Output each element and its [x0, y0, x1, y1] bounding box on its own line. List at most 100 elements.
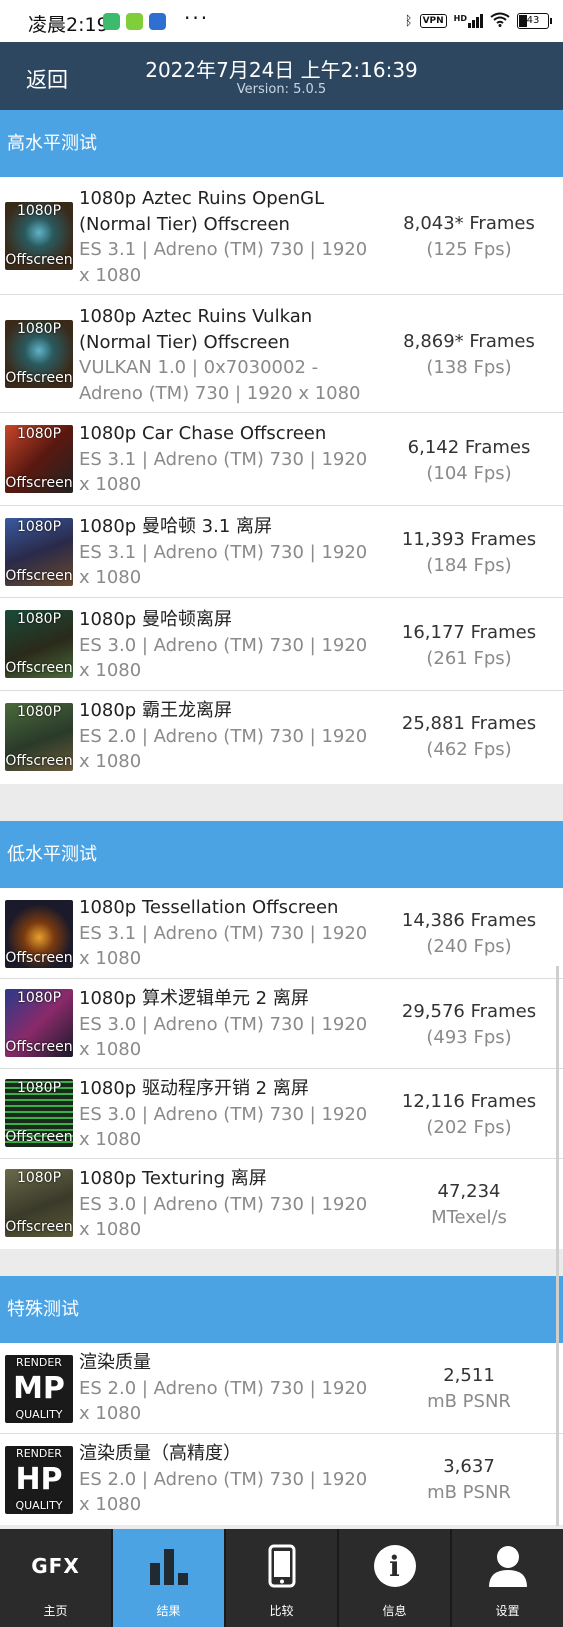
phone-icon — [226, 1543, 337, 1589]
test-name: 1080p 霸王龙离屏 — [79, 700, 232, 721]
result-row[interactable]: 1080P Offscreen 1080p 驱动程序开销 2 离屏 ES 3.0 … — [0, 1069, 563, 1159]
section-gap — [0, 1249, 563, 1276]
tessellation-thumbnail: Offscreen — [5, 900, 73, 968]
test-desc: ES 3.0 | Adreno (TM) 730 | 1920 x 1080 — [79, 1103, 368, 1151]
store-app-icon — [149, 13, 166, 30]
section-special: 特殊测试 — [0, 1276, 563, 1343]
section-high-level: 高水平测试 — [0, 110, 563, 177]
test-desc: ES 2.0 | Adreno (TM) 730 | 1920 x 1080 — [79, 725, 368, 773]
test-unit: (138 Fps) — [426, 356, 512, 378]
result-row[interactable]: 1080P Offscreen 1080p Aztec Ruins Vulkan … — [0, 295, 563, 413]
render-quality-hp-icon: RENDER HP QUALITY — [5, 1446, 73, 1514]
test-name: 1080p Car Chase Offscreen — [79, 423, 327, 444]
test-score: 25,881 Frames — [401, 713, 537, 734]
test-name: 1080p 驱动程序开销 2 离屏 — [79, 1078, 309, 1099]
test-unit: (202 Fps) — [426, 1116, 512, 1138]
nav-label: 主页 — [43, 1604, 68, 1618]
test-score: 12,116 Frames — [401, 1091, 537, 1112]
nav-settings[interactable]: 设置 — [452, 1529, 563, 1627]
nav-compare[interactable]: 比较 — [226, 1529, 339, 1627]
alu2-thumbnail: 1080P Offscreen — [5, 989, 73, 1057]
gfx-logo-icon: GFX — [31, 1554, 80, 1578]
test-desc: ES 3.0 | Adreno (TM) 730 | 1920 x 1080 — [79, 1013, 368, 1061]
wifi-icon — [490, 12, 510, 31]
test-desc: ES 3.1 | Adreno (TM) 730 | 1920 x 1080 — [79, 239, 368, 286]
signal-icon: HD — [454, 14, 483, 28]
test-name: 渲染质量（高精度） — [79, 1443, 241, 1464]
bar-chart-icon — [113, 1543, 224, 1589]
result-row[interactable]: 1080P Offscreen 1080p 霸王龙离屏 ES 2.0 | Adre… — [0, 691, 563, 784]
test-score: 8,043* Frames — [403, 213, 535, 234]
result-row[interactable]: Offscreen 1080p Tessellation Offscreen E… — [0, 888, 563, 979]
nav-info[interactable]: i 信息 — [339, 1529, 452, 1627]
test-score: 8,869* Frames — [403, 331, 535, 352]
aztec-vulkan-thumbnail: 1080P Offscreen — [5, 320, 73, 388]
test-desc: ES 2.0 | Adreno (TM) 730 | 1920 x 1080 — [79, 1377, 368, 1425]
test-name: 1080p Texturing 离屏 — [79, 1168, 267, 1189]
test-score: 6,142 Frames — [407, 437, 531, 458]
nav-home[interactable]: GFX 主页 — [0, 1529, 113, 1627]
test-desc: ES 3.0 | Adreno (TM) 730 | 1920 x 1080 — [79, 634, 368, 682]
result-row[interactable]: RENDER HP QUALITY 渲染质量（高精度） ES 2.0 | Adr… — [0, 1434, 563, 1525]
test-unit: mB PSNR — [427, 1390, 511, 1412]
result-row[interactable]: 1080P Offscreen 1080p Aztec Ruins OpenGL … — [0, 177, 563, 295]
test-name: 渲染质量 — [79, 1352, 151, 1373]
test-score: 11,393 Frames — [401, 529, 537, 550]
nav-label: 比较 — [269, 1604, 294, 1618]
test-desc: ES 3.1 | Adreno (TM) 730 | 1920 x 1080 — [79, 922, 368, 970]
result-row[interactable]: 1080P Offscreen 1080p 算术逻辑单元 2 离屏 ES 3.0 … — [0, 979, 563, 1069]
test-unit: MTexel/s — [431, 1206, 507, 1228]
test-unit: (240 Fps) — [426, 935, 512, 957]
download-app-icon — [126, 13, 143, 30]
section-gap — [0, 784, 563, 821]
status-bar: 凌晨2:19 ··· ᛒ VPN HD 43 — [0, 0, 563, 42]
test-name: 1080p 曼哈顿 3.1 离屏 — [79, 516, 273, 537]
bluetooth-icon: ᛒ — [404, 13, 413, 29]
test-desc: VULKAN 1.0 | 0x7030002 - Adreno (TM) 730… — [79, 357, 361, 404]
texturing-thumbnail: 1080P Offscreen — [5, 1169, 73, 1237]
test-unit: (184 Fps) — [426, 554, 512, 576]
battery-level: 43 — [526, 15, 540, 26]
result-row[interactable]: 1080P Offscreen 1080p 曼哈顿 3.1 离屏 ES 3.1 |… — [0, 506, 563, 598]
nav-label: 信息 — [382, 1604, 407, 1618]
manhattan-thumbnail: 1080P Offscreen — [5, 610, 73, 678]
aztec-opengl-thumbnail: 1080P Offscreen — [5, 202, 73, 270]
test-name: 1080p Tessellation Offscreen — [79, 897, 339, 918]
vpn-icon: VPN — [419, 14, 447, 28]
result-row[interactable]: RENDER MP QUALITY 渲染质量 ES 2.0 | Adreno (… — [0, 1343, 563, 1434]
result-row[interactable]: 1080P Offscreen 1080p Texturing 离屏 ES 3.0… — [0, 1159, 563, 1249]
test-unit: (125 Fps) — [426, 238, 512, 260]
battery-icon: 43 — [517, 13, 552, 29]
test-desc: ES 2.0 | Adreno (TM) 730 | 1920 x 1080 — [79, 1468, 368, 1516]
status-time: 凌晨2:19 — [28, 14, 109, 36]
test-name: 1080p Aztec Ruins OpenGL (Normal Tier) O… — [79, 188, 325, 235]
test-score: 3,637 — [443, 1456, 495, 1477]
test-desc: ES 3.1 | Adreno (TM) 730 | 1920 x 1080 — [79, 541, 368, 589]
test-desc: ES 3.1 | Adreno (TM) 730 | 1920 x 1080 — [79, 448, 368, 496]
user-icon — [452, 1543, 563, 1589]
app-header: 返回 2022年7月24日 上午2:16:39 Version: 5.0.5 — [0, 42, 563, 110]
shield-app-icon — [103, 13, 120, 30]
bottom-nav: GFX 主页 结果 比较 i 信息 设置 — [0, 1529, 563, 1627]
nav-results[interactable]: 结果 — [113, 1529, 226, 1627]
test-score: 47,234 — [437, 1181, 501, 1202]
test-name: 1080p Aztec Ruins Vulkan (Normal Tier) O… — [79, 306, 313, 353]
test-score: 2,511 — [443, 1365, 495, 1386]
more-notifications-icon: ··· — [184, 6, 210, 30]
result-row[interactable]: 1080P Offscreen 1080p 曼哈顿离屏 ES 3.0 | Adre… — [0, 598, 563, 691]
test-name: 1080p 曼哈顿离屏 — [79, 609, 232, 630]
result-title: 2022年7月24日 上午2:16:39 — [145, 58, 418, 82]
nav-label: 设置 — [495, 1604, 520, 1618]
test-score: 29,576 Frames — [401, 1001, 537, 1022]
car-chase-thumbnail: 1080P Offscreen — [5, 425, 73, 493]
test-desc: ES 3.0 | Adreno (TM) 730 | 1920 x 1080 — [79, 1193, 368, 1241]
result-row[interactable]: 1080P Offscreen 1080p Car Chase Offscreen… — [0, 413, 563, 506]
hd-label: HD — [453, 14, 467, 23]
scrollbar[interactable] — [556, 966, 559, 1526]
section-low-level: 低水平测试 — [0, 821, 563, 888]
trex-thumbnail: 1080P Offscreen — [5, 703, 73, 771]
info-icon: i — [339, 1543, 450, 1589]
version-label: Version: 5.0.5 — [236, 82, 327, 97]
driver-overhead-thumbnail: 1080P Offscreen — [5, 1079, 73, 1147]
render-quality-mp-icon: RENDER MP QUALITY — [5, 1355, 73, 1423]
